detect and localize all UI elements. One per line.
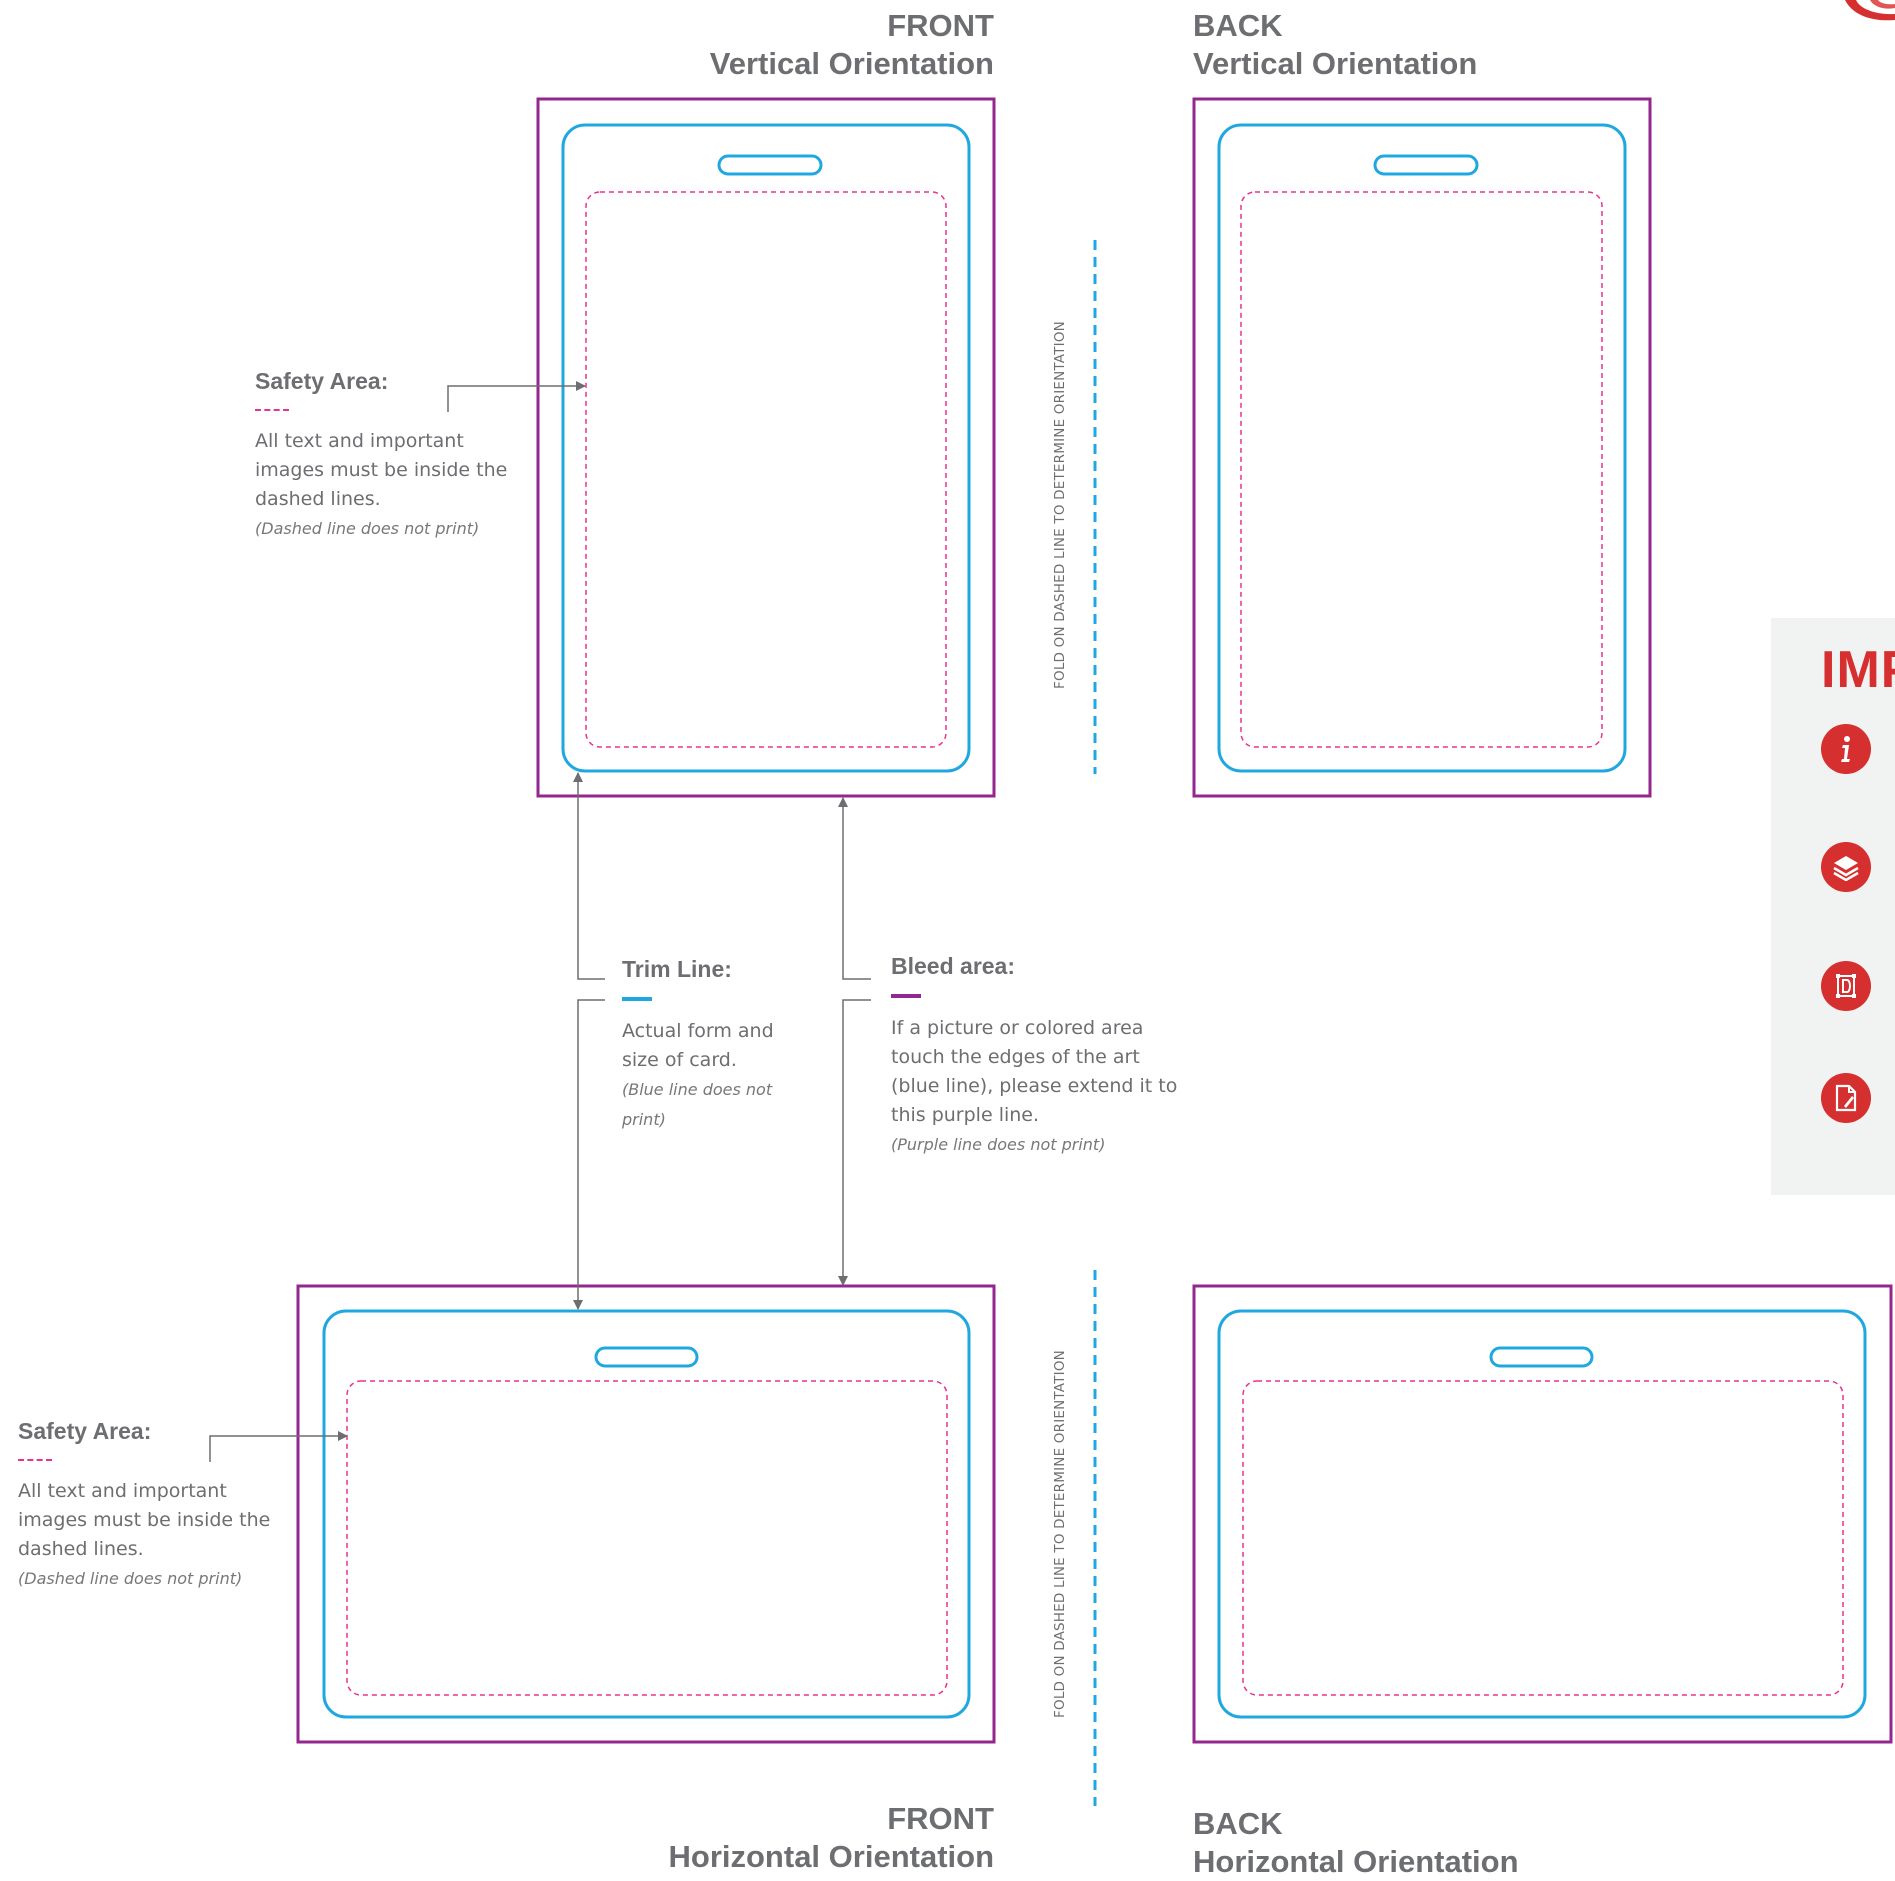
heading-back-vertical: BACK Vertical Orientation bbox=[1193, 7, 1477, 83]
bleed-pointer-up bbox=[838, 797, 871, 980]
heading-side: FRONT bbox=[887, 1801, 994, 1836]
vector-pen-icon bbox=[1821, 961, 1871, 1011]
safety-swatch bbox=[18, 1459, 52, 1461]
trim-line bbox=[322, 1309, 971, 1719]
trim-line-note-text: print) bbox=[622, 1110, 666, 1129]
trim-line bbox=[1217, 1309, 1867, 1719]
heading-orientation: Horizontal Orientation bbox=[1193, 1844, 1519, 1879]
slot-hole bbox=[1489, 1346, 1594, 1368]
safety-area-body-line: images must be inside the bbox=[255, 459, 508, 481]
slot-hole bbox=[717, 154, 823, 176]
safety-area-note-bottom: Safety Area: All text and important imag… bbox=[18, 1418, 318, 1594]
trim-line bbox=[561, 123, 971, 773]
bleed-line bbox=[1192, 1284, 1893, 1744]
safety-area-body-line: All text and important bbox=[255, 430, 464, 452]
bleed-pointer-down bbox=[838, 999, 871, 1286]
bleed-line bbox=[536, 97, 996, 798]
info-icon bbox=[1821, 724, 1871, 774]
safety-line bbox=[585, 191, 947, 748]
front-vertical-card bbox=[536, 97, 996, 798]
front-horizontal-card bbox=[296, 1284, 996, 1744]
trim-line-body-line: Actual form and bbox=[622, 1020, 774, 1042]
trim-pointer-up bbox=[573, 772, 605, 980]
heading-orientation: Vertical Orientation bbox=[1193, 46, 1478, 81]
safety-area-body-line: images must be inside the bbox=[18, 1509, 271, 1531]
heading-orientation: Vertical Orientation bbox=[709, 46, 994, 81]
back-horizontal-card bbox=[1192, 1284, 1893, 1744]
heading-side: FRONT bbox=[887, 8, 994, 43]
trim-line-body-line: size of card. bbox=[622, 1049, 737, 1071]
safety-swatch bbox=[255, 409, 289, 411]
trim-line-note-text: (Blue line does not bbox=[622, 1080, 773, 1099]
bleed-line bbox=[296, 1284, 996, 1744]
trim-line-title: Trim Line: bbox=[622, 956, 732, 982]
heading-side: BACK bbox=[1193, 1806, 1283, 1841]
fold-label-bottom: FOLD ON DASHED LINE TO DETERMINE ORIENTA… bbox=[1052, 1350, 1068, 1718]
heading-front-vertical: FRONT Vertical Orientation bbox=[710, 7, 994, 83]
bleed-area-title: Bleed area: bbox=[891, 953, 1016, 979]
safety-area-body-line: dashed lines. bbox=[255, 488, 381, 510]
bleed-area-body-line: touch the edges of the art bbox=[891, 1046, 1140, 1068]
safety-line bbox=[1242, 1380, 1844, 1696]
safety-area-title: Safety Area: bbox=[18, 1418, 152, 1444]
bleed-swatch bbox=[891, 994, 921, 998]
bleed-area-note-text: (Purple line does not print) bbox=[891, 1135, 1106, 1154]
safety-line bbox=[1240, 191, 1603, 748]
heading-side: BACK bbox=[1193, 8, 1283, 43]
back-vertical-card bbox=[1192, 97, 1652, 798]
trim-line bbox=[1217, 123, 1627, 773]
safety-area-note: (Dashed line does not print) bbox=[18, 1569, 243, 1588]
bleed-area-body-line: If a picture or colored area bbox=[891, 1017, 1144, 1039]
important-title: IMP bbox=[1821, 641, 1895, 699]
safety-area-note-top: Safety Area: All text and important imag… bbox=[255, 368, 555, 544]
heading-front-horizontal: FRONT Horizontal Orientation bbox=[669, 1800, 995, 1876]
safety-line bbox=[346, 1380, 948, 1696]
safety-area-body-line: dashed lines. bbox=[18, 1538, 144, 1560]
brand-swirl-logo bbox=[1845, 0, 1895, 21]
heading-back-horizontal: BACK Horizontal Orientation bbox=[1193, 1805, 1519, 1881]
trim-pointer-down bbox=[573, 999, 605, 1310]
trim-swatch bbox=[622, 997, 652, 1001]
heading-orientation: Horizontal Orientation bbox=[668, 1839, 995, 1874]
safety-area-body-line: All text and important bbox=[18, 1480, 227, 1502]
safety-area-note: (Dashed line does not print) bbox=[255, 519, 480, 538]
pdf-file-icon bbox=[1821, 1073, 1871, 1123]
bleed-line bbox=[1192, 97, 1652, 798]
slot-hole bbox=[594, 1346, 699, 1368]
slot-hole bbox=[1373, 154, 1479, 176]
safety-area-title: Safety Area: bbox=[255, 368, 389, 394]
bleed-area-body-line: (blue line), please extend it to bbox=[891, 1075, 1178, 1097]
layers-icon bbox=[1821, 842, 1871, 892]
bleed-area-note: Bleed area: If a picture or colored area… bbox=[891, 953, 1191, 1160]
fold-label-top: FOLD ON DASHED LINE TO DETERMINE ORIENTA… bbox=[1052, 321, 1068, 689]
important-panel: IMP bbox=[1771, 618, 1895, 1195]
bleed-area-body-line: this purple line. bbox=[891, 1104, 1040, 1126]
trim-line-note: Trim Line: Actual form and size of card.… bbox=[622, 956, 822, 1135]
